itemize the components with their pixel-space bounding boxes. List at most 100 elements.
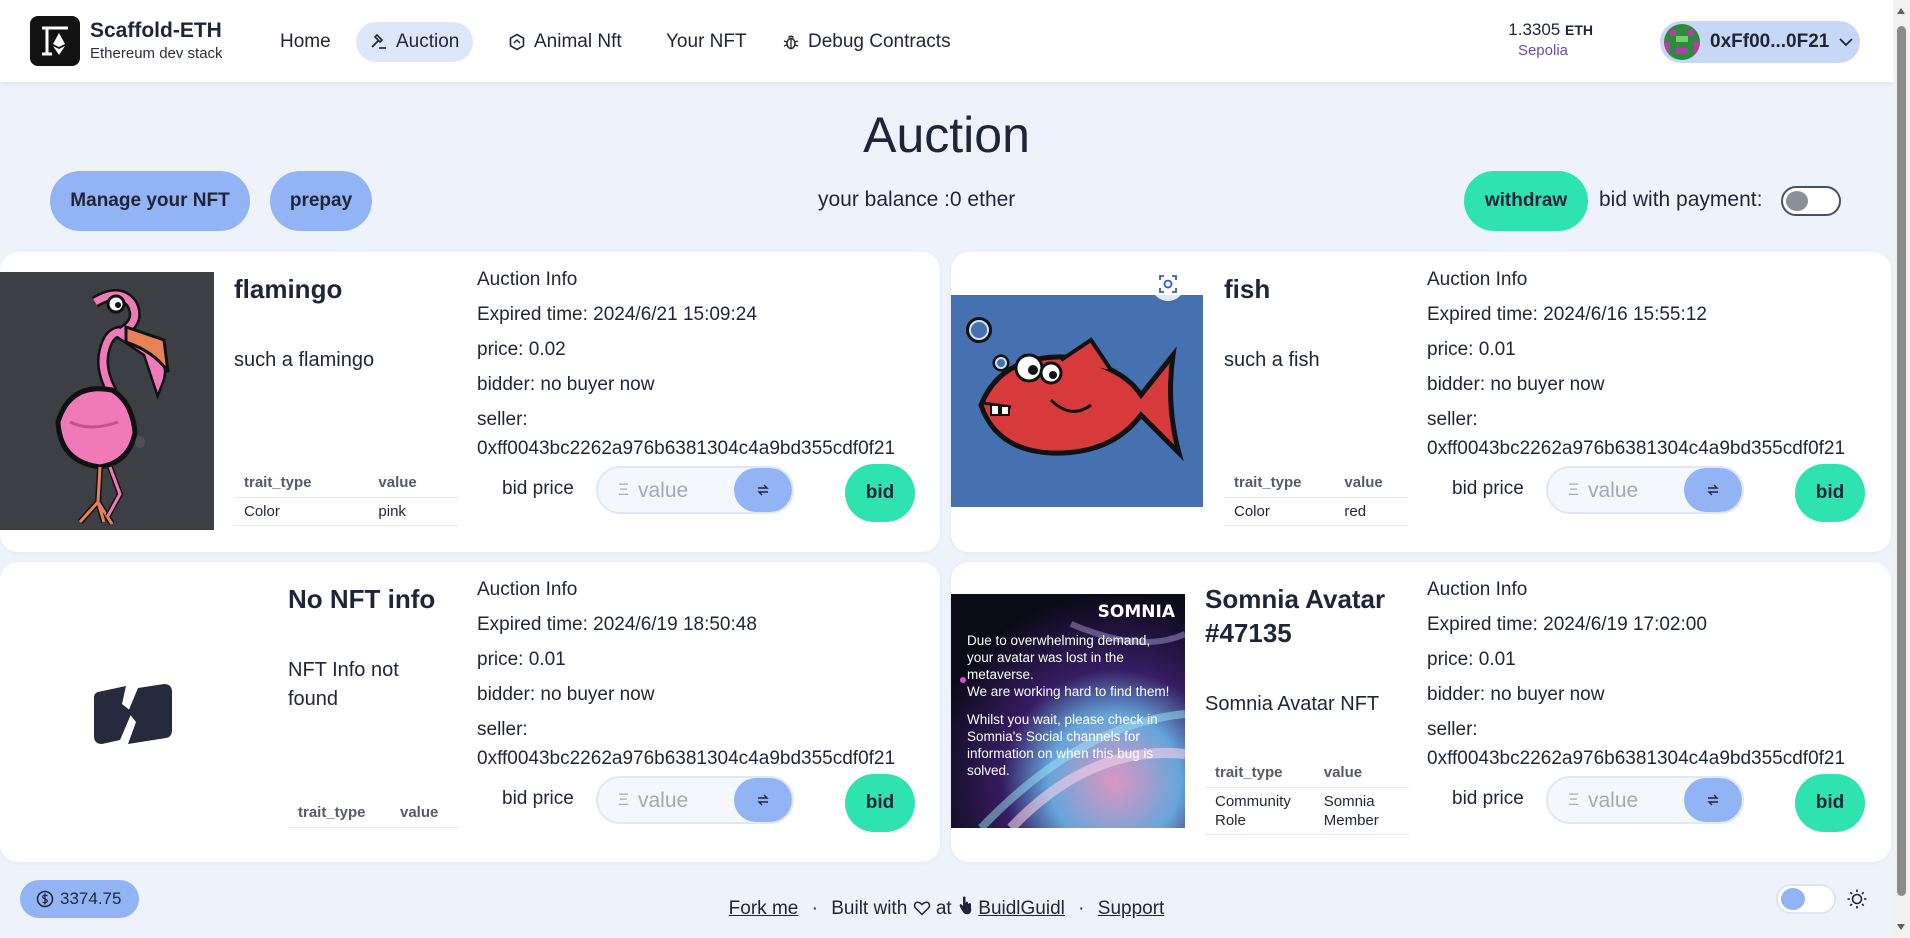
expired-time: Expired time: 2024/6/19 17:02:00 [1427,614,1707,635]
seller-label: seller: [1427,719,1478,740]
swap-unit-button[interactable] [734,778,792,822]
seller-address: 0xff0043bc2262a976b6381304c4a9bd355cdf0f… [477,438,896,459]
chevron-down-icon [1839,38,1853,47]
expired-time: Expired time: 2024/6/19 18:50:48 [477,614,757,635]
somnia-message-3: Whilst you wait, please check in Somnia'… [967,712,1158,778]
swap-unit-button[interactable] [1684,778,1742,822]
account-dropdown[interactable]: 0xFf00...0F21 [1660,21,1860,63]
nav-auction-label: Auction [396,31,460,52]
trait-table: trait_type value Color pink [234,468,458,526]
expired-time: Expired time: 2024/6/21 15:09:24 [477,304,757,325]
somnia-message-2: We are working hard to find them! [967,684,1170,699]
bid-button[interactable]: bid [845,464,915,522]
bid-price-label: bid price [502,788,574,809]
prepay-button[interactable]: prepay [270,171,372,231]
auction-info: Auction Info Expired time: 2024/6/19 18:… [477,572,895,771]
trait-table: trait_type value Color red [1224,468,1408,526]
at-text: at [935,898,952,919]
value-header: value [1313,758,1409,788]
bid-price-input[interactable] [638,788,728,814]
somnia-logo: SOMNIA [1097,602,1175,622]
support-link[interactable]: Support [1098,898,1165,919]
account-address: 0xFf00...0F21 [1710,31,1830,52]
buidlguidl-hand-icon [959,896,972,915]
swap-icon [1707,794,1719,806]
auction-info-label: Auction Info [477,579,578,600]
auction-info-label: Auction Info [477,269,578,290]
buidlguidl-link[interactable]: BuidlGuidl [978,898,1065,919]
scaffold-logo-icon[interactable] [30,16,80,66]
toggle-knob [1786,191,1808,211]
bid-price-input[interactable] [1588,788,1678,814]
eth-symbol: Ξ [1568,790,1580,809]
swap-unit-button[interactable] [734,468,792,512]
nft-description: such a flamingo [234,349,375,371]
bid-price-input[interactable] [638,478,728,504]
nft-name: flamingo [234,274,343,304]
somnia-avatar-image[interactable]: SOMNIA Due to overwhelming demand, your … [951,594,1185,828]
nav-auction[interactable]: Auction [356,22,474,62]
auction-info: Auction Info Expired time: 2024/6/21 15:… [477,262,895,461]
scroll-down-icon[interactable] [1897,924,1905,930]
trait-type-header: trait_type [1205,758,1314,788]
swap-icon [1707,484,1719,496]
price: price: 0.01 [1427,649,1516,670]
nft-description: NFT Info not found [288,659,399,710]
withdraw-button[interactable]: withdraw [1464,171,1588,231]
auction-card-somnia-avatar: SOMNIA Due to overwhelming demand, your … [951,562,1891,862]
broken-image-icon [94,684,172,744]
built-with-text: Built with [831,898,908,919]
bid-price-field: Ξ [596,776,794,824]
fish-image[interactable] [951,295,1203,507]
theme-toggle[interactable] [1776,884,1836,914]
nav-animal-nft[interactable]: Animal Nft [494,22,636,62]
sun-icon[interactable] [1846,888,1868,910]
hammer-icon [371,33,386,49]
scrollbar-thumb[interactable] [1897,26,1906,896]
table-row: Community Role Somnia Member [1205,787,1409,835]
price: price: 0.01 [1427,339,1516,360]
table-row: Color pink [234,497,458,526]
bidder: bidder: no buyer now [1427,374,1605,395]
swap-unit-button[interactable] [1684,468,1742,512]
bid-price-field: Ξ [1546,466,1744,514]
value-header: value [389,798,458,828]
flamingo-image[interactable] [0,272,214,530]
page-title: Auction [863,107,1030,163]
value-header: value [1334,468,1408,498]
hexagon-icon [509,33,525,51]
bidder: bidder: no buyer now [477,374,655,395]
scroll-up-icon[interactable] [1897,8,1905,14]
value-header: value [368,468,458,498]
nav-debug-contracts[interactable]: Debug Contracts [768,22,965,62]
bid-with-payment-toggle[interactable] [1781,186,1841,216]
bid-button[interactable]: bid [845,774,915,832]
auction-info: Auction Info Expired time: 2024/6/16 15:… [1427,262,1845,461]
nav-home[interactable]: Home [266,22,345,62]
manage-nft-button[interactable]: Manage your NFT [50,171,250,231]
auction-info-label: Auction Info [1427,579,1528,600]
page-scrollbar[interactable] [1893,0,1910,938]
scan-icon[interactable] [1151,267,1185,301]
auction-info-label: Auction Info [1427,269,1528,290]
bid-button[interactable]: bid [1795,774,1865,832]
bid-price-field: Ξ [596,466,794,514]
trait-type-header: trait_type [1224,468,1335,498]
eth-balance: 1.3305 ETH [1508,20,1593,40]
nav-debug-contracts-label: Debug Contracts [808,31,951,52]
price: price: 0.01 [477,649,566,670]
bidder: bidder: no buyer now [477,684,655,705]
swap-icon [757,484,769,496]
trait-type-header: trait_type [288,798,390,828]
trait-value-cell: pink [368,497,458,526]
auction-card-flamingo: flamingo such a flamingo trait_type value… [0,252,940,552]
bid-button[interactable]: bid [1795,464,1865,522]
eth-balance-unit: ETH [1565,22,1593,38]
seller-label: seller: [1427,409,1478,430]
nav-your-nft[interactable]: Your NFT [652,22,761,62]
bid-price-input[interactable] [1588,478,1678,504]
somnia-message-1: Due to overwhelming demand, your avatar … [967,633,1151,682]
footer-links: Fork me · Built with at BuidlGuidl · Sup… [728,896,1165,919]
bidder: bidder: no buyer now [1427,684,1605,705]
fork-me-link[interactable]: Fork me [729,898,799,919]
